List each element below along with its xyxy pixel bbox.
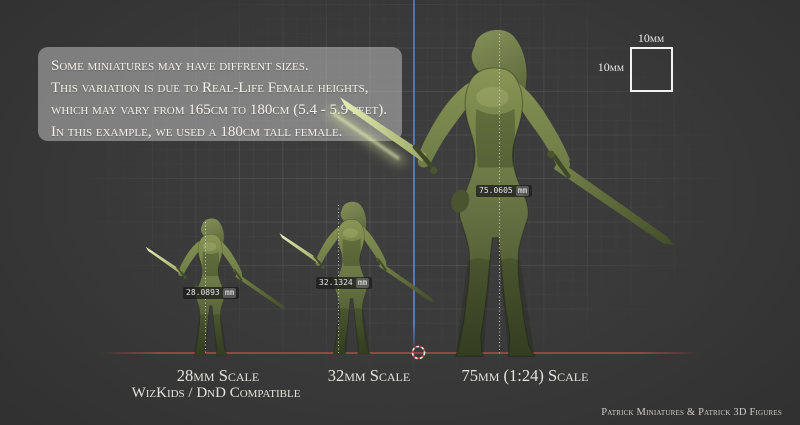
- watermark-text: Patrick Miniatures & Patrick 3D Figures: [601, 407, 782, 418]
- measurement-value: 28.0893: [186, 288, 220, 298]
- measurement-unit: mm: [516, 186, 530, 196]
- viewport-3d[interactable]: Some miniatures may have diffrent sizes.…: [0, 0, 800, 425]
- measurement-chip-75mm: 75.0605 mm: [476, 185, 532, 197]
- scale-reference-square: [630, 47, 673, 92]
- measurement-chip-28mm: 28.0893 mm: [183, 287, 239, 299]
- scale-reference-height-label: 10mm: [566, 60, 624, 75]
- measurement-unit: mm: [223, 288, 237, 298]
- scale-label-75mm: 75mm (1:24) Scale: [425, 366, 625, 386]
- compatibility-label: WizKids / DnD Compatible: [91, 385, 341, 402]
- measurement-unit: mm: [356, 278, 370, 288]
- measurement-chip-32mm: 32.1324 mm: [316, 277, 372, 289]
- measurement-value: 32.1324: [319, 278, 353, 288]
- miniature-models-layer: [0, 0, 800, 425]
- measurement-value: 75.0605: [479, 186, 513, 196]
- scale-reference-width-label: 10mm: [616, 31, 686, 46]
